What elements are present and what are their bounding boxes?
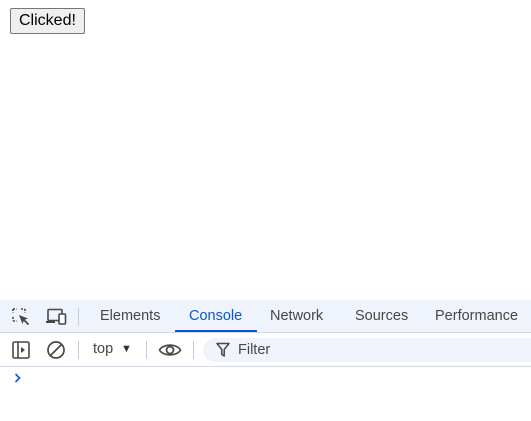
sidebar-toggle-icon[interactable] [9,338,33,362]
tab-console[interactable]: Console [189,300,242,332]
console-prompt-icon [13,371,23,390]
filter-input[interactable]: Filter [203,338,531,362]
context-selector-label: top [93,341,114,357]
device-toolbar-icon[interactable] [44,305,68,329]
clicked-button[interactable]: Clicked! [10,8,85,34]
devtools-tab-bar: Elements Console Network Sources Perform… [0,300,531,333]
clear-console-icon[interactable] [44,338,68,362]
live-expression-icon[interactable] [158,338,182,362]
tab-sources[interactable]: Sources [355,300,408,332]
toolbar-divider [193,341,194,359]
context-selector[interactable]: top ▼ [93,333,132,366]
tab-network[interactable]: Network [270,300,323,332]
web-page: Clicked! [0,0,531,300]
filter-placeholder: Filter [238,342,271,358]
dropdown-arrow-icon: ▼ [121,343,132,355]
console-toolbar: top ▼ Filter [0,333,531,367]
inspect-element-icon[interactable] [9,305,33,329]
toolbar-divider [146,341,147,359]
devtools-panel: Elements Console Network Sources Perform… [0,300,531,421]
toolbar-divider [78,308,79,326]
console-output[interactable] [0,367,531,421]
active-tab-indicator [175,330,257,332]
filter-icon [216,342,230,363]
toolbar-divider [78,341,79,359]
tab-performance[interactable]: Performance [435,300,518,332]
tab-elements[interactable]: Elements [100,300,160,332]
